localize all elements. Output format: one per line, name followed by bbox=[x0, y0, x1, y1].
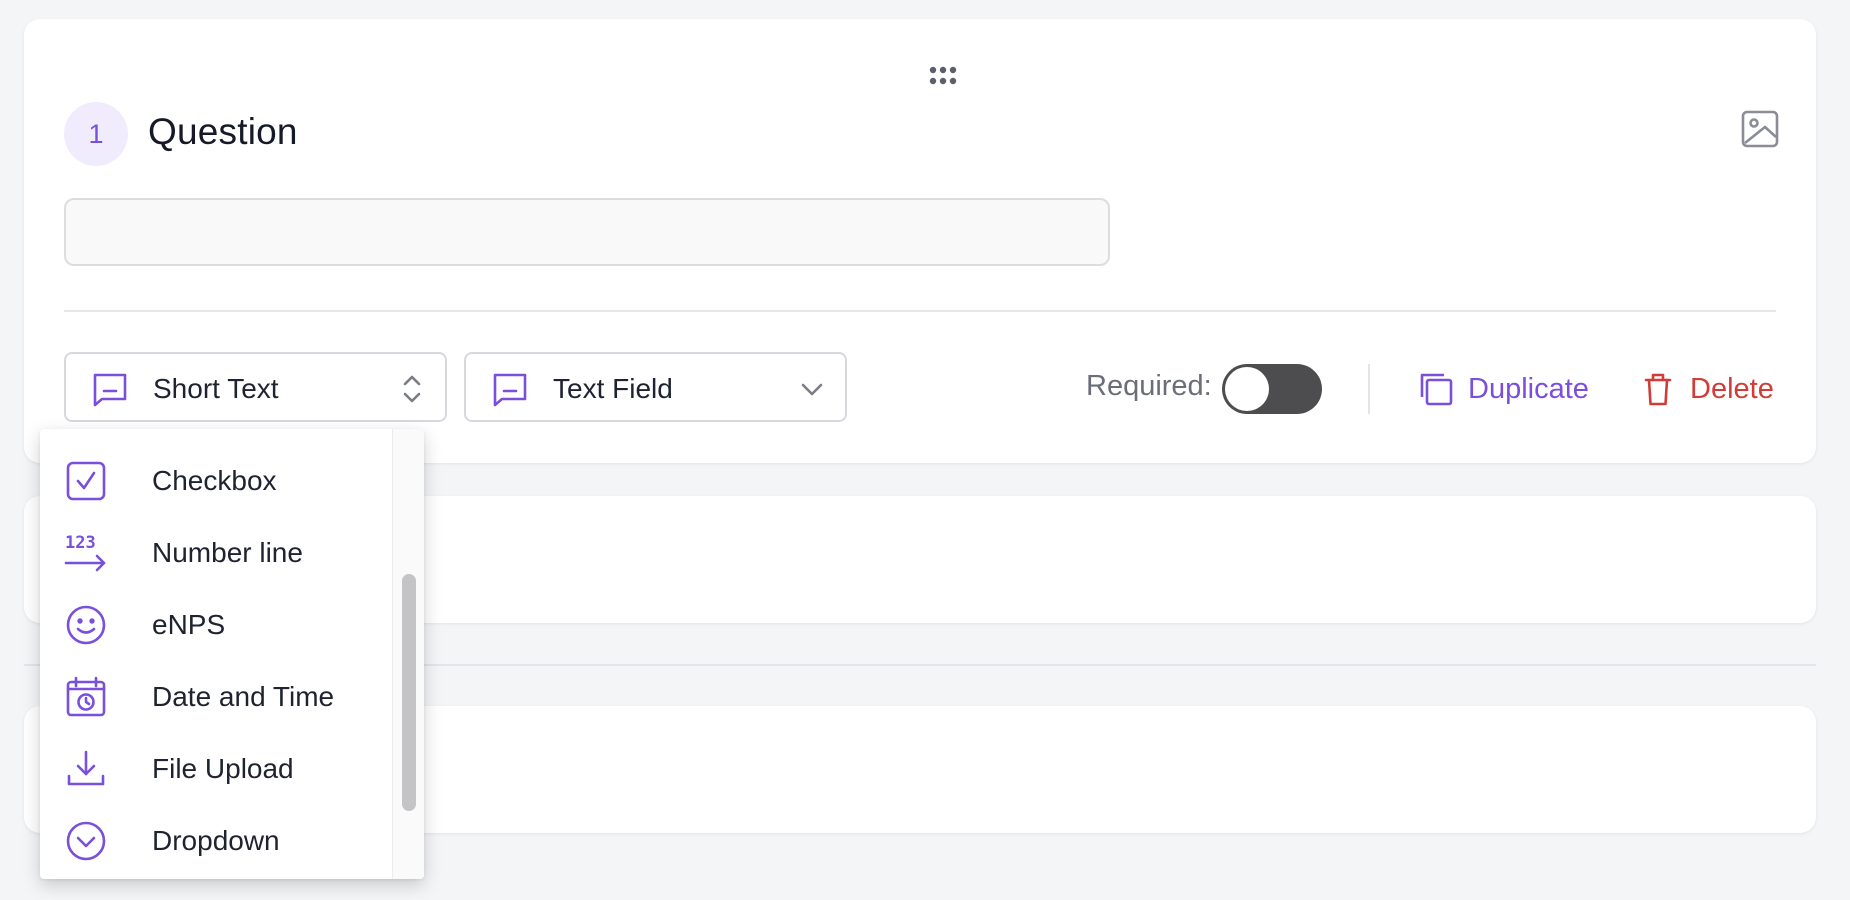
dropdown-item-file-upload[interactable]: File Upload bbox=[40, 739, 392, 799]
duplicate-label: Duplicate bbox=[1468, 372, 1589, 405]
dropdown-item-label: Checkbox bbox=[152, 465, 277, 496]
drag-handle-icon[interactable] bbox=[923, 61, 963, 91]
dropdown-item-number-line[interactable]: 123 Number line bbox=[40, 523, 392, 583]
actions-separator bbox=[1368, 364, 1370, 414]
download-icon bbox=[64, 747, 108, 791]
dropdown-item-checkbox[interactable]: Checkbox bbox=[40, 451, 392, 511]
question-type-dropdown: Checkbox 123 Number line eNPS Date and T… bbox=[40, 429, 424, 879]
trash-icon bbox=[1640, 371, 1676, 407]
question-card: 1 Question Short Text Text Field Require… bbox=[24, 19, 1816, 463]
answer-format-value: Text Field bbox=[553, 373, 673, 404]
question-text-input[interactable] bbox=[64, 198, 1110, 266]
number-line-icon: 123 bbox=[64, 531, 108, 575]
calendar-clock-icon bbox=[64, 675, 108, 719]
delete-button[interactable]: Delete bbox=[1640, 369, 1774, 409]
smiley-icon bbox=[64, 603, 108, 647]
dropdown-item-label: Number line bbox=[152, 537, 303, 568]
answer-format-select[interactable]: Text Field bbox=[464, 352, 847, 422]
delete-label: Delete bbox=[1690, 372, 1774, 405]
dropdown-item-label: eNPS bbox=[152, 609, 226, 640]
duplicate-button[interactable]: Duplicate bbox=[1418, 369, 1589, 409]
chevron-updown-icon bbox=[397, 371, 427, 407]
duplicate-icon bbox=[1418, 371, 1454, 407]
svg-text:123: 123 bbox=[65, 533, 96, 553]
question-type-value: Short Text bbox=[153, 373, 279, 404]
toggle-knob bbox=[1225, 367, 1269, 411]
short-text-icon bbox=[90, 369, 130, 409]
add-image-icon[interactable] bbox=[1738, 107, 1782, 151]
question-number-badge: 1 bbox=[64, 102, 128, 166]
checkbox-icon bbox=[64, 459, 108, 503]
dropdown-item-label: File Upload bbox=[152, 753, 294, 784]
question-title: Question bbox=[148, 111, 298, 152]
chevron-circle-icon bbox=[64, 819, 108, 863]
chevron-down-icon bbox=[797, 371, 827, 407]
dropdown-item-label: Dropdown bbox=[152, 825, 280, 856]
required-label: Required: bbox=[1086, 370, 1212, 402]
dropdown-item-dropdown[interactable]: Dropdown bbox=[40, 811, 392, 871]
dropdown-item-date-time[interactable]: Date and Time bbox=[40, 667, 392, 727]
dropdown-scrollbar-track[interactable] bbox=[392, 429, 424, 879]
short-text-icon bbox=[490, 369, 530, 409]
card-divider bbox=[64, 310, 1776, 312]
question-type-select[interactable]: Short Text bbox=[64, 352, 447, 422]
required-toggle[interactable] bbox=[1222, 364, 1322, 414]
dropdown-item-label: Date and Time bbox=[152, 681, 335, 712]
dropdown-item-enps[interactable]: eNPS bbox=[40, 595, 392, 655]
dropdown-scrollbar-thumb[interactable] bbox=[402, 574, 416, 811]
